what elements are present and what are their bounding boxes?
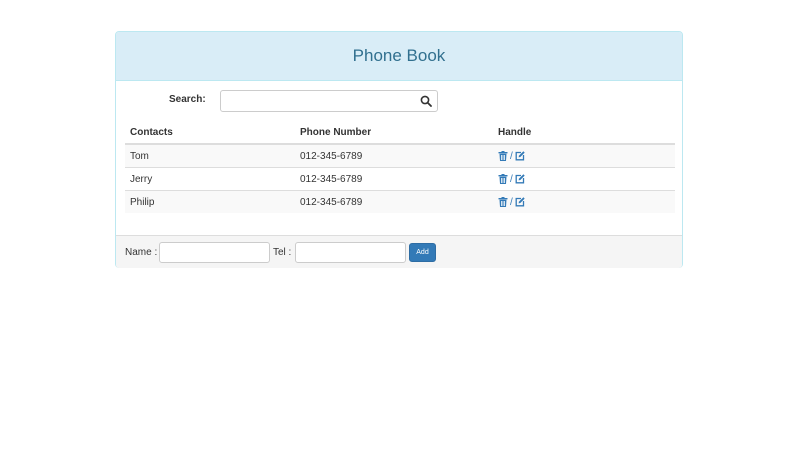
panel-heading: Phone Book [116, 32, 682, 81]
phone-book-panel: Phone Book Search: Contacts Phone Number… [115, 31, 683, 268]
column-header-contacts: Contacts [125, 121, 295, 145]
contact-name: Tom [125, 143, 295, 168]
search-box[interactable] [220, 90, 438, 112]
column-header-phone: Phone Number [295, 121, 493, 145]
search-input[interactable] [225, 92, 419, 112]
contact-phone: 012-345-6789 [295, 143, 493, 168]
contact-phone: 012-345-6789 [295, 167, 493, 191]
table-header-row: Contacts Phone Number Handle [125, 121, 675, 145]
trash-icon[interactable] [498, 197, 508, 207]
tel-label: Tel : [273, 247, 292, 258]
table-row: Jerry 012-345-6789 / [125, 167, 675, 191]
add-button[interactable]: Add [409, 243, 436, 262]
search-icon[interactable] [420, 95, 432, 107]
panel-footer: Name : Tel : Add [116, 235, 682, 268]
search-label: Search: [169, 94, 206, 105]
contact-name: Philip [125, 190, 295, 213]
trash-icon[interactable] [498, 174, 508, 184]
column-header-handle: Handle [493, 121, 675, 145]
handle-cell: / [493, 167, 675, 191]
edit-icon[interactable] [515, 174, 525, 184]
tel-field[interactable] [295, 242, 406, 263]
name-field[interactable] [159, 242, 270, 263]
handle-separator: / [510, 173, 513, 185]
table-row: Tom 012-345-6789 / [125, 143, 675, 168]
contact-phone: 012-345-6789 [295, 190, 493, 213]
search-row: Search: [116, 90, 682, 112]
edit-icon[interactable] [515, 197, 525, 207]
table-row: Philip 012-345-6789 / [125, 190, 675, 213]
trash-icon[interactable] [498, 151, 508, 161]
contact-name: Jerry [125, 167, 295, 191]
contacts-table: Contacts Phone Number Handle Tom 012-345… [125, 121, 675, 213]
handle-cell: / [493, 143, 675, 168]
page-title: Phone Book [352, 46, 446, 65]
edit-icon[interactable] [515, 151, 525, 161]
handle-separator: / [510, 150, 513, 162]
handle-separator: / [510, 196, 513, 208]
handle-cell: / [493, 190, 675, 213]
name-label: Name : [125, 247, 158, 258]
